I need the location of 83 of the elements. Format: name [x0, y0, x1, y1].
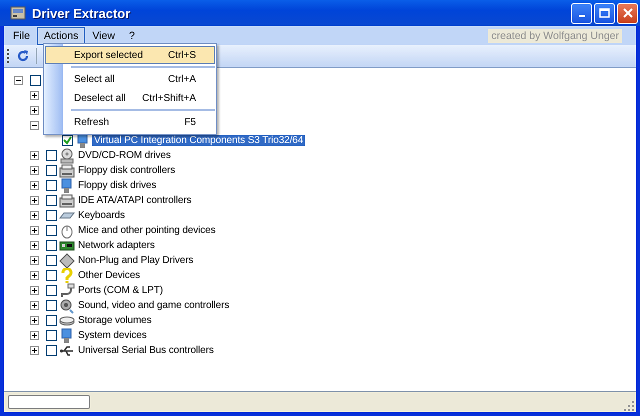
option-label: Refresh [74, 116, 110, 128]
tree-item-label[interactable]: Network adapters [76, 240, 157, 251]
credit-label: created by Wolfgang Unger [488, 28, 622, 42]
tree-item-label[interactable]: Mice and other pointing devices [76, 225, 218, 236]
tree-item-label[interactable]: Keyboards [76, 210, 127, 221]
question-mark-icon [59, 268, 75, 284]
controller-icon [59, 162, 75, 178]
menu-item[interactable]: ? [122, 26, 142, 44]
menu-item[interactable]: File [6, 26, 37, 44]
expand-icon[interactable] [30, 301, 39, 310]
minimize-button[interactable] [571, 2, 592, 24]
shortcut-label: Ctrl+Shift+A [142, 92, 196, 104]
checkbox[interactable] [46, 300, 57, 311]
tree-item-label[interactable]: Universal Serial Bus controllers [76, 345, 216, 356]
tree-item-label[interactable]: Sound, video and game controllers [76, 300, 232, 311]
checkbox[interactable] [46, 345, 57, 356]
menu-option[interactable]: Select all Ctrl+A [45, 70, 215, 88]
tree-item-label[interactable]: IDE ATA/ATAPI controllers [76, 195, 194, 206]
maximize-icon [599, 8, 610, 18]
expand-icon[interactable] [30, 211, 39, 220]
tree-item-label[interactable]: Floppy disk drives [76, 180, 158, 191]
option-label: Select all [74, 74, 115, 84]
menu-item[interactable]: Actions [36, 26, 86, 44]
resize-grip-icon[interactable] [624, 401, 634, 411]
option-label: Export selected [74, 50, 143, 60]
shortcut-label: Ctrl+S [168, 50, 196, 60]
controller-icon [59, 192, 75, 208]
maximize-button[interactable] [594, 2, 615, 24]
collapse-icon[interactable] [30, 121, 39, 130]
app-icon [10, 5, 26, 21]
collapse-icon[interactable] [14, 76, 23, 85]
expand-icon[interactable] [30, 196, 39, 205]
checkbox[interactable] [46, 150, 57, 161]
checkbox[interactable] [46, 270, 57, 281]
disc-drive-icon [59, 148, 75, 164]
tree-item-label[interactable]: DVD/CD-ROM drives [76, 150, 173, 161]
expand-icon[interactable] [30, 241, 39, 250]
toolbar-grip-icon[interactable] [7, 48, 10, 64]
checkbox[interactable] [46, 210, 57, 221]
menu-item[interactable]: View [85, 26, 122, 44]
expand-icon[interactable] [30, 286, 39, 295]
expand-icon[interactable] [30, 256, 39, 265]
speaker-icon [59, 298, 75, 314]
expand-icon[interactable] [30, 271, 39, 280]
menu-option[interactable]: Deselect all Ctrl+Shift+A [45, 89, 215, 107]
option-label: Deselect all [74, 92, 126, 104]
menu-option[interactable]: Export selected Ctrl+S [45, 46, 215, 64]
close-button[interactable] [617, 2, 638, 24]
tree-item-label[interactable]: Floppy disk controllers [76, 165, 178, 176]
checkbox[interactable] [46, 315, 57, 326]
shortcut-label: Ctrl+A [168, 74, 196, 84]
expand-icon[interactable] [30, 226, 39, 235]
mouse-icon [59, 222, 75, 238]
checkbox[interactable] [46, 285, 57, 296]
tree-item-label[interactable]: Ports (COM & LPT) [76, 285, 165, 296]
tree-item-label[interactable]: Non-Plug and Play Drivers [76, 255, 196, 266]
checkbox[interactable] [46, 180, 57, 191]
window-title: Driver Extractor [32, 6, 132, 20]
checkbox[interactable] [46, 225, 57, 236]
diamond-icon [59, 252, 75, 268]
tree-item-label[interactable]: Virtual PC Integration Components S3 Trio32/64 [92, 135, 306, 146]
expand-icon[interactable] [30, 91, 39, 100]
tree-item-label[interactable]: Other Devices [76, 270, 142, 281]
expand-icon[interactable] [30, 166, 39, 175]
tree-item-label[interactable]: Storage volumes [76, 315, 154, 326]
expand-icon[interactable] [30, 331, 39, 340]
checkbox[interactable] [62, 135, 73, 146]
port-icon [59, 282, 75, 298]
checkbox[interactable] [46, 240, 57, 251]
checkbox[interactable] [46, 330, 57, 341]
checkbox[interactable] [30, 75, 41, 86]
tree-item-label[interactable]: System devices [76, 330, 149, 341]
expand-icon[interactable] [30, 346, 39, 355]
checkbox[interactable] [46, 165, 57, 176]
expand-icon[interactable] [30, 316, 39, 325]
expand-icon[interactable] [30, 106, 39, 115]
checkbox[interactable] [46, 195, 57, 206]
menu-option[interactable]: Refresh F5 [45, 113, 215, 131]
expand-icon[interactable] [30, 151, 39, 160]
checkbox[interactable] [46, 255, 57, 266]
expand-icon[interactable] [30, 181, 39, 190]
close-icon [622, 8, 632, 18]
shortcut-label: F5 [184, 116, 196, 128]
